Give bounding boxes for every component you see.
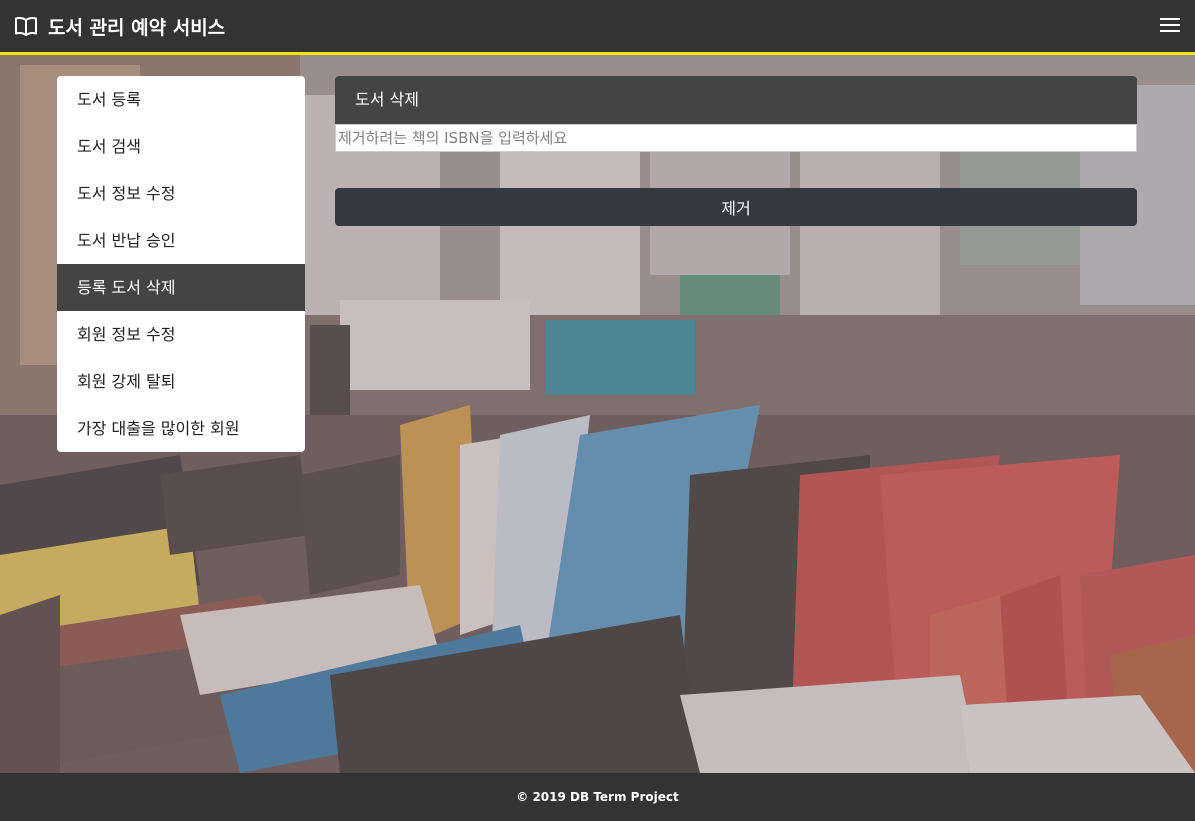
top-navbar: 도서 관리 예약 서비스 (0, 0, 1195, 55)
admin-sidebar: 도서 등록 도서 검색 도서 정보 수정 도서 반납 승인 등록 도서 삭제 회… (57, 76, 305, 452)
sidebar-item-delete-book[interactable]: 등록 도서 삭제 (57, 264, 305, 311)
sidebar-item-approve-return[interactable]: 도서 반납 승인 (57, 217, 305, 264)
remove-button[interactable]: 제거 (335, 188, 1137, 226)
footer-copyright: © 2019 DB Term Project (0, 773, 1195, 821)
delete-book-panel: 도서 삭제 제거 (335, 76, 1137, 226)
sidebar-item-edit-member-info[interactable]: 회원 정보 수정 (57, 311, 305, 358)
brand-link[interactable]: 도서 관리 예약 서비스 (14, 13, 225, 40)
sidebar-item-force-withdraw-member[interactable]: 회원 강제 탈퇴 (57, 358, 305, 405)
app-title: 도서 관리 예약 서비스 (48, 16, 226, 39)
isbn-input[interactable] (335, 124, 1137, 152)
sidebar-item-register-book[interactable]: 도서 등록 (57, 76, 305, 123)
sidebar-item-search-book[interactable]: 도서 검색 (57, 123, 305, 170)
panel-title: 도서 삭제 (335, 76, 1137, 124)
hamburger-menu-icon[interactable] (1159, 15, 1181, 35)
sidebar-item-edit-book-info[interactable]: 도서 정보 수정 (57, 170, 305, 217)
open-book-icon (15, 17, 37, 36)
sidebar-item-top-borrower[interactable]: 가장 대출을 많이한 회원 (57, 405, 305, 452)
